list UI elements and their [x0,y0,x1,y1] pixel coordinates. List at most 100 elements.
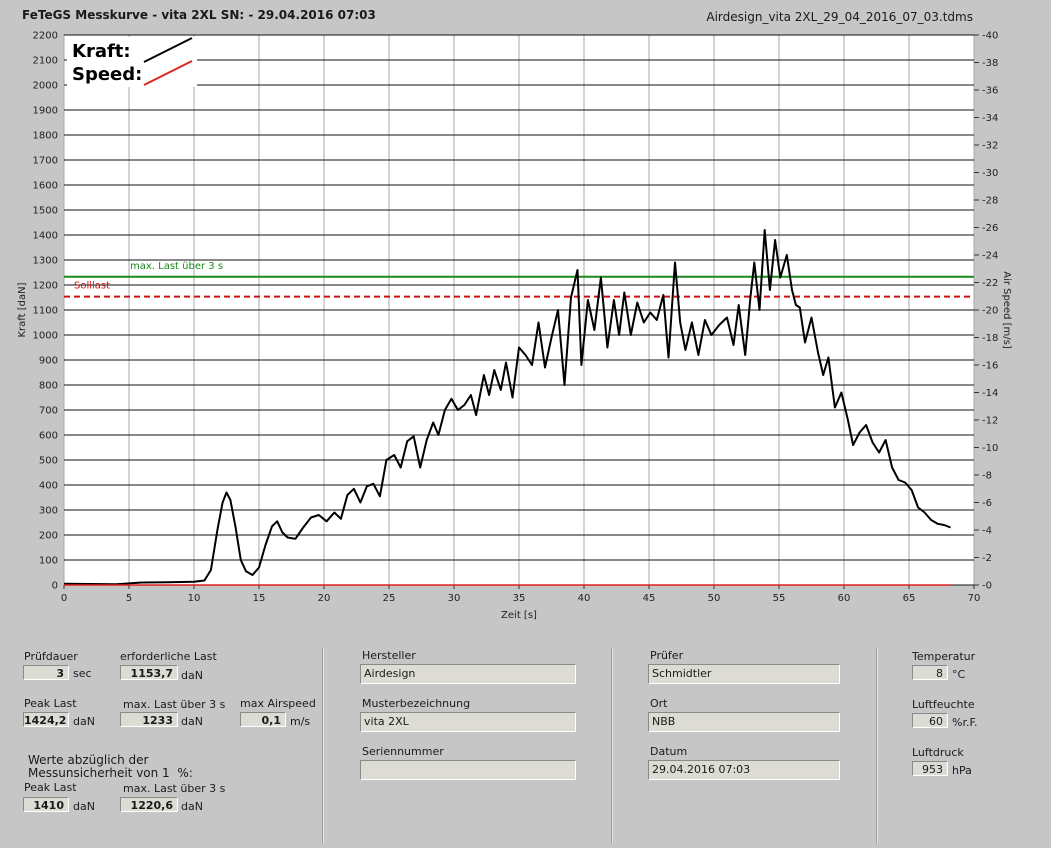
peak-last-value: 1424,2 [23,712,69,727]
x-tick-label: 15 [253,593,266,604]
y-tick-label: 1500 [33,206,58,217]
y-tick-label: 1600 [33,181,58,192]
peak-last-unit: daN [73,715,95,728]
y-tick-label: 2000 [33,81,58,92]
y-tick-label: 2200 [33,31,58,42]
y2-tick-label: -34 [982,113,998,124]
max-last-unit: daN [181,715,203,728]
y-tick-label: 700 [39,406,58,417]
y2-tick-label: -32 [982,141,998,152]
y2-tick-label: -2 [982,553,992,564]
max-last-label: max. Last über 3 s [123,698,226,711]
y-tick-label: 1200 [33,281,58,292]
erforderliche-last-value: 1153,7 [120,665,178,680]
seriennummer-field[interactable] [360,760,576,780]
pruefdauer-unit: sec [73,667,92,680]
hersteller-label: Hersteller [362,649,416,662]
hersteller-field[interactable]: Airdesign [360,664,576,684]
peak-last-corrected-value: 1410 [23,797,69,812]
pruefdauer-label: Prüfdauer [24,650,78,663]
y-tick-label: 500 [39,456,58,467]
legend-kraft-label: Kraft: [72,41,131,62]
y2-tick-label: -24 [982,251,998,262]
seriennummer-label: Seriennummer [362,745,444,758]
y2-tick-label: -22 [982,278,998,289]
measurement-uncertainty-note: Werte abzüglich der Messunsicherheit von… [28,753,193,780]
x-tick-label: 30 [448,593,461,604]
erforderliche-last-unit: daN [181,669,203,682]
peak-last-corrected-label: Peak Last [24,781,77,794]
y2-tick-label: -40 [982,31,998,42]
y2-tick-label: -18 [982,333,998,344]
x-tick-label: 35 [513,593,526,604]
y-tick-label: 1400 [33,231,58,242]
temperatur-label: Temperatur [912,650,976,663]
separator [611,648,613,843]
max-airspeed-unit: m/s [290,715,311,728]
y-tick-label: 900 [39,356,58,367]
x-tick-label: 0 [61,593,67,604]
y2-axis-label: Air Speed [m/s] [1001,271,1012,349]
y-tick-label: 1100 [33,306,58,317]
max-airspeed-label: max Airspeed [240,697,316,710]
x-tick-label: 60 [838,593,851,604]
y-tick-label: 1800 [33,131,58,142]
legend-speed-label: Speed: [72,64,142,85]
separator [876,648,878,843]
y-tick-label: 300 [39,506,58,517]
y-tick-label: 2100 [33,56,58,67]
y-tick-label: 1700 [33,156,58,167]
luftfeuchte-label: Luftfeuchte [912,698,975,711]
peak-last-label: Peak Last [24,697,77,710]
y2-tick-label: -16 [982,361,998,372]
temperatur-unit: °C [952,668,966,681]
peak-last-corrected-unit: daN [73,800,95,813]
luftdruck-label: Luftdruck [912,746,964,759]
y-tick-label: 400 [39,481,58,492]
y-tick-label: 1000 [33,331,58,342]
y2-tick-label: -4 [982,526,992,537]
y-tick-label: 1300 [33,256,58,267]
pruefdauer-value: 3 [23,665,69,680]
x-tick-label: 25 [383,593,396,604]
x-tick-label: 65 [903,593,916,604]
datum-field[interactable]: 29.04.2016 07:03 [648,760,840,780]
temperatur-value: 8 [912,665,948,680]
luftdruck-value: 953 [912,761,948,776]
y-tick-label: 800 [39,381,58,392]
y2-tick-label: -38 [982,58,998,69]
pruefer-field[interactable]: Schmidtler [648,664,840,684]
erforderliche-last-label: erforderliche Last [120,650,217,663]
y-tick-label: 600 [39,431,58,442]
y-tick-label: 0 [52,581,58,592]
x-tick-label: 5 [126,593,132,604]
solllast-reference-label: Solllast [74,281,110,292]
x-tick-label: 40 [578,593,591,604]
y2-tick-label: -30 [982,168,998,179]
musterbezeichnung-label: Musterbezeichnung [362,697,471,710]
luftfeuchte-unit: %r.F. [952,716,978,729]
x-tick-label: 55 [773,593,786,604]
y2-tick-label: -0 [982,581,992,592]
luftfeuchte-value: 60 [912,713,948,728]
y-tick-label: 200 [39,531,58,542]
max-last-corrected-label: max. Last über 3 s [123,782,226,795]
y2-tick-label: -8 [982,471,992,482]
max-last-corrected-unit: daN [181,800,203,813]
datum-label: Datum [650,745,688,758]
x-tick-label: 45 [643,593,656,604]
ort-label: Ort [650,697,668,710]
x-axis-label: Zeit [s] [501,610,537,621]
y-tick-label: 1900 [33,106,58,117]
y-axis-label: Kraft [daN] [17,282,28,337]
y2-tick-label: -6 [982,498,992,509]
luftdruck-unit: hPa [952,764,972,777]
max-last-value: 1233 [120,712,178,727]
max-last-reference-label: max. Last über 3 s [130,261,223,272]
ort-field[interactable]: NBB [648,712,840,732]
y-tick-label: 100 [39,556,58,567]
max-last-corrected-value: 1220,6 [120,797,178,812]
y2-tick-label: -12 [982,416,998,427]
x-tick-label: 70 [968,593,981,604]
musterbezeichnung-field[interactable]: vita 2XL [360,712,576,732]
